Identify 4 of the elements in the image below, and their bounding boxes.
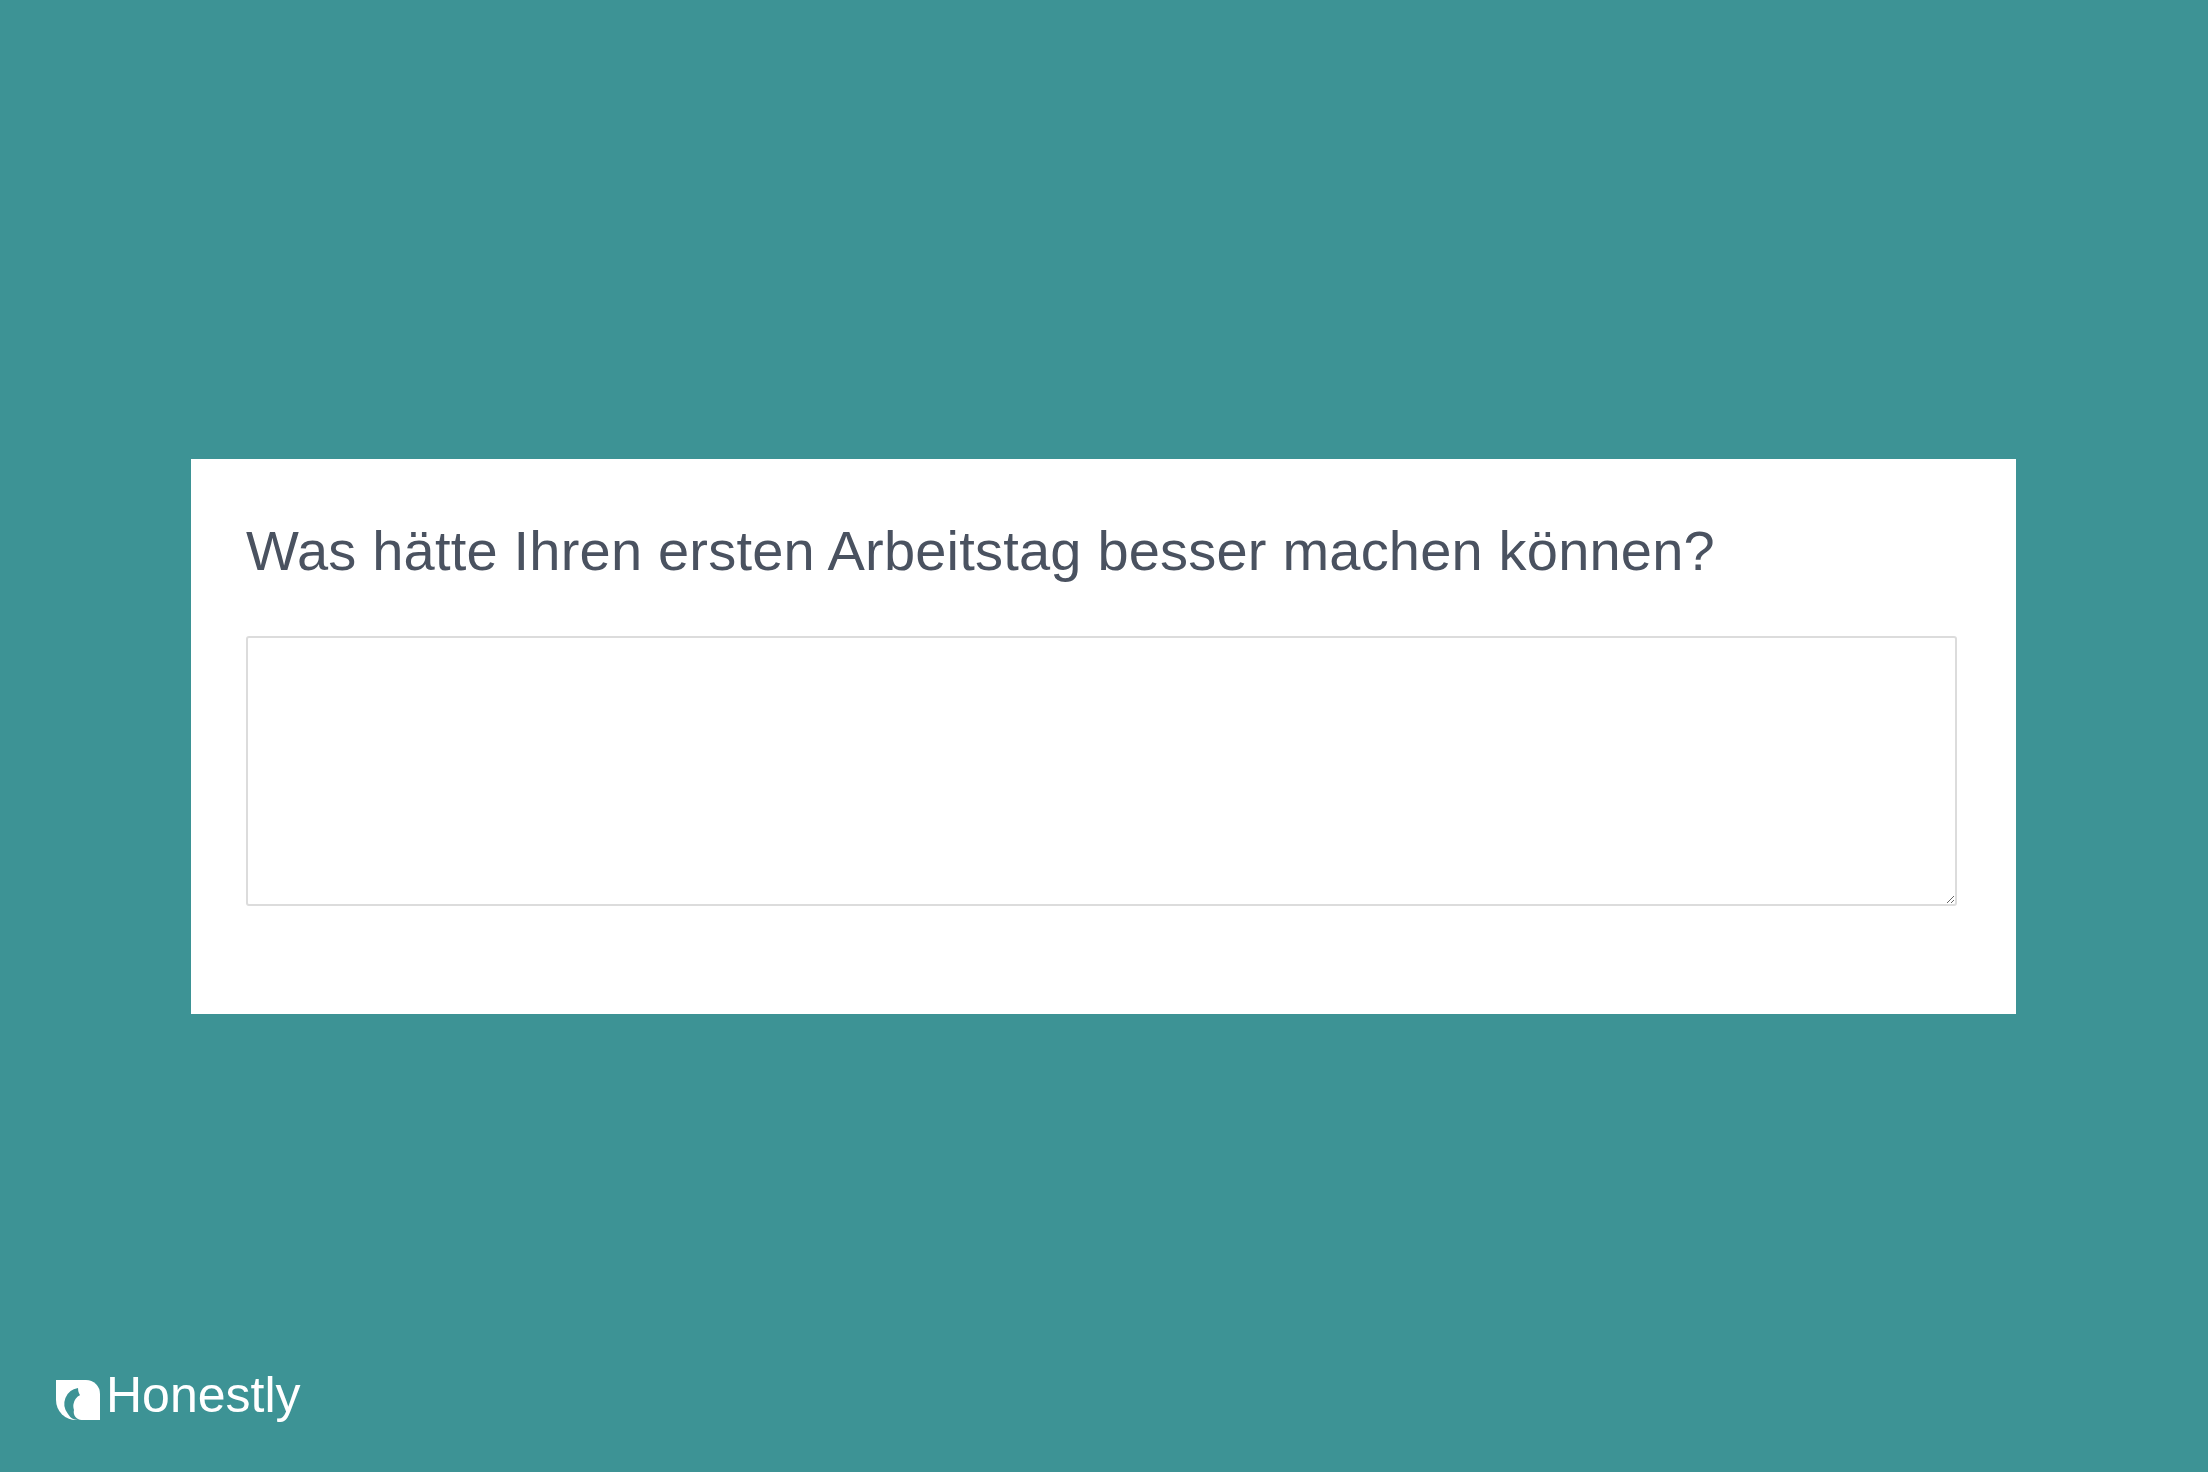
answer-field[interactable] <box>246 636 1957 907</box>
logo-icon <box>56 1380 100 1420</box>
brand-name: Honestly <box>106 1370 301 1420</box>
question-title: Was hätte Ihren ersten Arbeitstag besser machen können? <box>246 518 1716 584</box>
